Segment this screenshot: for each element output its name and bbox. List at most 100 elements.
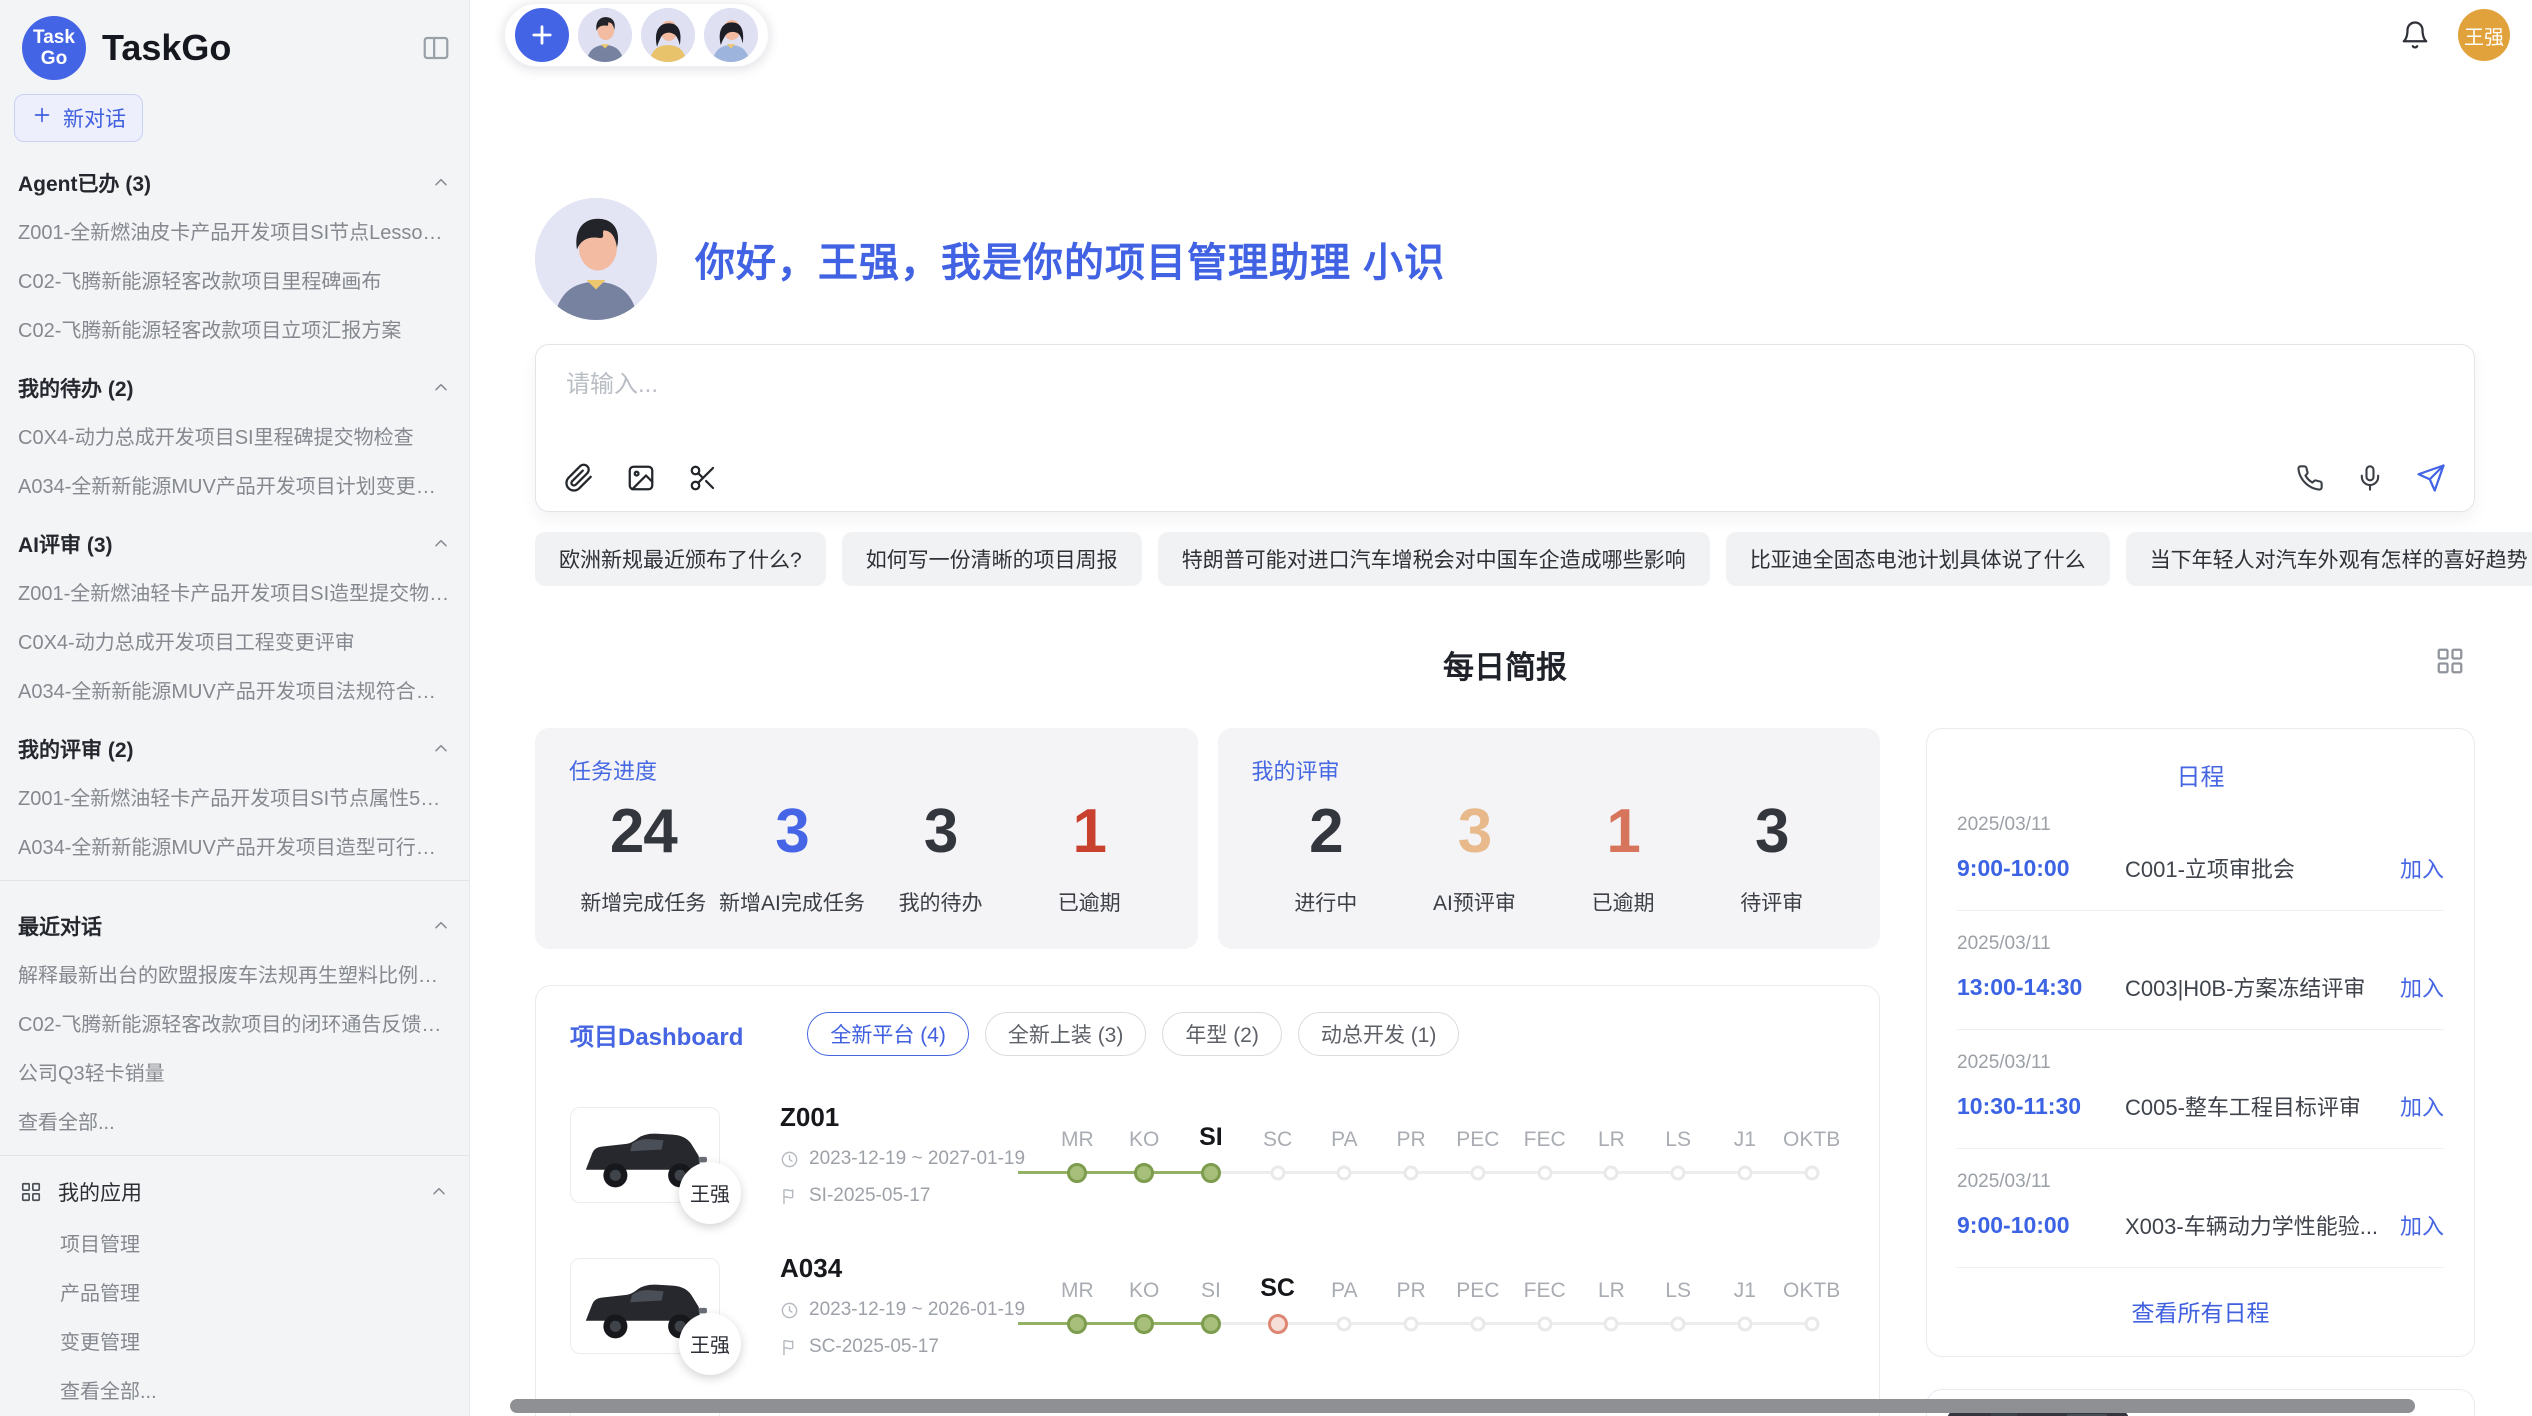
list-item[interactable]: 公司Q3轻卡销量 (0, 1047, 469, 1096)
sidebar-item-my-apps[interactable]: 我的应用 (0, 1166, 469, 1218)
project-row[interactable]: 王强 A034 2023-12-19 ~ 2026-01-19 SC-2025-… (570, 1253, 1845, 1358)
clock-icon (780, 1301, 799, 1320)
milestone-dot-done (1067, 1314, 1087, 1334)
stat-label: 我的待办 (866, 887, 1015, 917)
stat-value: 1 (1015, 796, 1164, 867)
milestone: SC (1244, 1122, 1311, 1188)
card-title: 任务进度 (569, 754, 1164, 786)
tab-all-new-body[interactable]: 全新上装 (3) (985, 1012, 1147, 1056)
milestone-label: PR (1378, 1273, 1445, 1309)
sidebar-item-product-mgmt[interactable]: 产品管理 (0, 1267, 469, 1316)
logo-text-bottom: Go (41, 48, 67, 69)
milestone-dot-pending (1604, 1316, 1619, 1331)
input-tools-left (564, 463, 718, 493)
schedule-item: 2025/03/11 9:00-10:00 C001-立项审批会 加入 (1957, 792, 2444, 911)
milestone: PEC (1445, 1273, 1512, 1339)
add-member-button[interactable] (515, 8, 569, 62)
list-item[interactable]: A034-全新新能源MUV产品开发项目造型可行性评审 (0, 821, 469, 870)
list-item[interactable]: C02-飞腾新能源轻客改款项目立项汇报方案 (0, 304, 469, 353)
member-avatar[interactable] (578, 8, 632, 62)
sidebar-item-project-mgmt[interactable]: 项目管理 (0, 1218, 469, 1267)
suggestion-chip[interactable]: 特朗普可能对进口汽车增税会对中国车企造成哪些影响 (1158, 532, 1710, 586)
view-all-chats-link[interactable]: 查看全部... (0, 1096, 469, 1145)
suggestion-chip[interactable]: 如何写一份清晰的项目周报 (842, 532, 1142, 586)
list-item[interactable]: C0X4-动力总成开发项目工程变更评审 (0, 616, 469, 665)
suggestion-chip[interactable]: 欧洲新规最近颁布了什么? (535, 532, 826, 586)
milestone-label: PA (1311, 1122, 1378, 1158)
milestone: LS (1645, 1122, 1712, 1188)
section-header-agent-done[interactable]: Agent已办 (3) (0, 148, 469, 206)
list-item[interactable]: Z001-全新燃油轻卡产品开发项目SI节点属性5D文件评审 (0, 772, 469, 821)
join-link[interactable]: 加入 (2400, 971, 2444, 1003)
stat: 24 新增完成任务 (569, 796, 718, 917)
milestone-dot-done (1134, 1314, 1154, 1334)
milestone-dot-done (1201, 1314, 1221, 1334)
member-avatar[interactable] (704, 8, 758, 62)
section-header-my-review[interactable]: 我的评审 (2) (0, 714, 469, 772)
notification-bell-icon[interactable] (2400, 20, 2430, 50)
attachment-icon[interactable] (564, 463, 594, 493)
join-link[interactable]: 加入 (2400, 1209, 2444, 1241)
tab-all-new-platform[interactable]: 全新平台 (4) (807, 1012, 969, 1056)
suggestion-chip[interactable]: 比亚迪全固态电池计划具体说了什么 (1726, 532, 2110, 586)
milestone: FEC (1511, 1122, 1578, 1188)
chat-input[interactable] (566, 371, 1881, 399)
schedule-item: 2025/03/11 9:00-10:00 X003-车辆动力学性能验... 加… (1957, 1149, 2444, 1268)
project-info: A034 2023-12-19 ~ 2026-01-19 SC-2025-05-… (780, 1253, 1012, 1358)
milestone-label: MR (1044, 1122, 1111, 1158)
list-item[interactable]: 解释最新出台的欧盟报废车法规再生塑料比例被调到15%... (0, 949, 469, 998)
list-item[interactable]: Z001-全新燃油皮卡产品开发项目SI节点Lesson Learn报告 (0, 206, 469, 255)
scissors-icon[interactable] (688, 463, 718, 493)
layout-grid-icon[interactable] (2435, 646, 2465, 676)
list-item[interactable]: C02-飞腾新能源轻客改款项目里程碑画布 (0, 255, 469, 304)
suggestion-chip[interactable]: 当下年轻人对汽车外观有怎样的喜好趋势 (2126, 532, 2532, 586)
milestone: OKTB (1778, 1122, 1845, 1188)
milestone-dot-pending (1537, 1165, 1552, 1180)
my-review-card: 我的评审 2 进行中 3 AI预评审 1 (1218, 728, 1881, 949)
section-header-ai-review[interactable]: AI评审 (3) (0, 509, 469, 567)
chevron-up-icon (431, 378, 451, 398)
join-link[interactable]: 加入 (2400, 852, 2444, 884)
stat-label: AI预评审 (1400, 887, 1549, 917)
milestone: MR (1044, 1122, 1111, 1188)
collapse-sidebar-icon[interactable] (421, 33, 451, 63)
stat-value: 2 (1252, 796, 1401, 867)
milestone-label: SC (1244, 1122, 1311, 1158)
project-row[interactable]: 王强 Z001 2023-12-19 ~ 2027-01-19 SI-2025-… (570, 1102, 1845, 1207)
stat-value: 3 (1400, 796, 1549, 867)
user-avatar[interactable]: 王强 (2458, 9, 2510, 61)
milestone-label: OKTB (1778, 1273, 1845, 1309)
view-all-apps-link[interactable]: 查看全部... (0, 1365, 469, 1414)
phone-icon[interactable] (2296, 464, 2324, 492)
tab-powertrain-dev[interactable]: 动总开发 (1) (1298, 1012, 1460, 1056)
list-item[interactable]: Z001-全新燃油轻卡产品开发项目SI造型提交物评审 (0, 567, 469, 616)
new-chat-button[interactable]: 新对话 (14, 94, 143, 142)
join-link[interactable]: 加入 (2400, 1090, 2444, 1122)
list-item[interactable]: C02-飞腾新能源轻客改款项目的闭环通告反馈情况 (0, 998, 469, 1047)
list-item[interactable]: A034-全新新能源MUV产品开发项目法规符合性评审 (0, 665, 469, 714)
project-owner-badge: 王强 (679, 1313, 741, 1375)
stat-cards: 任务进度 24 新增完成任务 3 新增AI完成任务 3 (535, 728, 1880, 949)
schedule-date: 2025/03/11 (1957, 933, 2444, 955)
horizontal-scrollbar[interactable] (510, 1399, 2415, 1413)
stat: 3 待评审 (1697, 796, 1846, 917)
list-item[interactable]: A034-全新新能源MUV产品开发项目计划变更表编写 (0, 460, 469, 509)
sidebar-item-change-mgmt[interactable]: 变更管理 (0, 1316, 469, 1365)
section-header-my-todo[interactable]: 我的待办 (2) (0, 353, 469, 411)
member-avatar[interactable] (641, 8, 695, 62)
microphone-icon[interactable] (2356, 464, 2384, 492)
section-header-recent-chats[interactable]: 最近对话 (0, 891, 469, 949)
milestone-label: SC (1244, 1273, 1311, 1309)
milestone-label: SI (1178, 1273, 1245, 1309)
image-upload-icon[interactable] (626, 463, 656, 493)
send-icon[interactable] (2416, 463, 2446, 493)
milestone-dot-pending (1337, 1316, 1352, 1331)
dashboard-title: 项目Dashboard (570, 1017, 743, 1052)
milestone: LR (1578, 1122, 1645, 1188)
list-item[interactable]: C0X4-动力总成开发项目SI里程碑提交物检查 (0, 411, 469, 460)
project-flag-milestone: SI-2025-05-17 (809, 1185, 930, 1207)
section-title: Agent已办 (3) (18, 168, 151, 198)
milestone: LR (1578, 1273, 1645, 1339)
view-all-schedule-link[interactable]: 查看所有日程 (1957, 1268, 2444, 1334)
tab-model-year[interactable]: 年型 (2) (1162, 1012, 1282, 1056)
